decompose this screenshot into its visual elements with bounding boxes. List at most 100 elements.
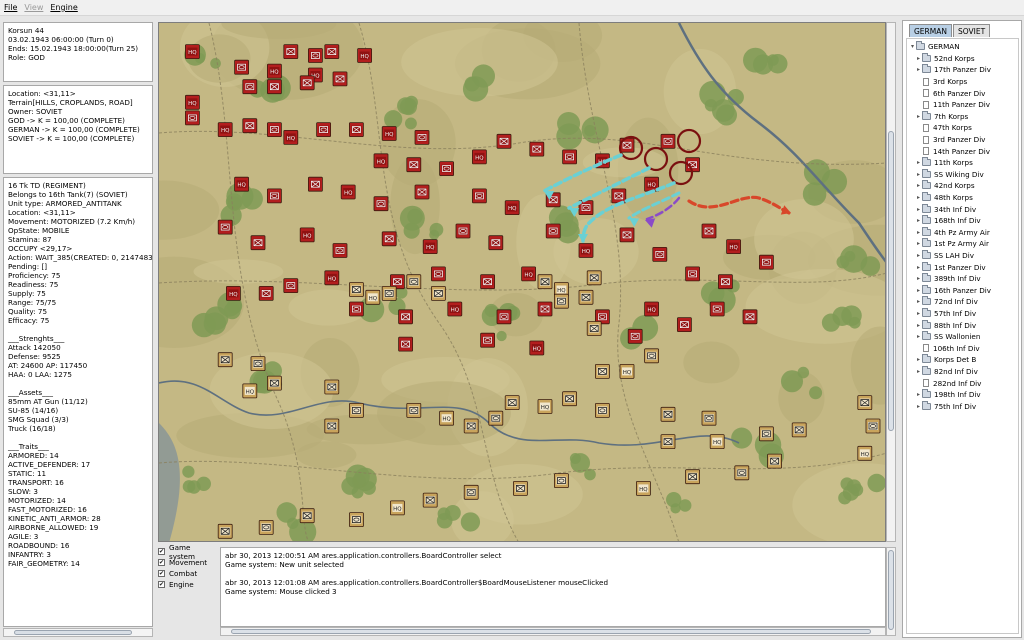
soviet-unit-counter[interactable]: HQ — [184, 44, 200, 60]
soviet-unit-counter[interactable] — [250, 235, 266, 251]
german-unit-counter[interactable] — [767, 453, 782, 469]
collapsed-arrow-icon[interactable]: ▸ — [915, 308, 922, 319]
collapsed-arrow-icon[interactable]: ▸ — [915, 157, 922, 168]
soviet-unit-counter[interactable] — [184, 110, 200, 126]
menu-view[interactable]: View — [24, 3, 43, 12]
checkbox[interactable]: ✔ — [158, 548, 165, 555]
german-unit-counter[interactable] — [562, 391, 578, 407]
soviet-unit-counter[interactable]: HQ — [357, 48, 373, 63]
map-scroll-thumb[interactable] — [888, 131, 894, 431]
german-unit-counter[interactable]: HQ — [242, 383, 258, 399]
tree-node[interactable]: ▸ 34th Inf Div — [915, 203, 976, 215]
soviet-unit-counter[interactable] — [332, 71, 348, 87]
tree-node[interactable]: ▸ 11th Korps — [915, 157, 973, 169]
soviet-unit-counter[interactable] — [316, 122, 332, 137]
german-unit-counter[interactable] — [488, 410, 504, 426]
german-unit-counter[interactable] — [660, 434, 676, 450]
tree-node[interactable]: ▸ 4th Pz Army Air — [915, 226, 990, 239]
soviet-unit-counter[interactable] — [267, 122, 282, 137]
soviet-unit-counter[interactable]: HQ — [504, 200, 520, 216]
tree-node[interactable]: ▸ 17th Panzer Div — [915, 64, 991, 76]
tree-node[interactable]: 106th Inf Div — [915, 343, 980, 355]
log-filter-game-system[interactable]: ✔ Game system — [158, 543, 218, 561]
soviet-unit-counter[interactable] — [267, 79, 282, 95]
german-unit-counter[interactable] — [685, 469, 700, 485]
soviet-unit-counter[interactable] — [406, 157, 422, 173]
german-unit-counter[interactable] — [258, 519, 274, 535]
soviet-unit-counter[interactable] — [611, 188, 627, 204]
soviet-unit-counter[interactable] — [627, 328, 643, 344]
german-unit-counter[interactable] — [553, 293, 569, 309]
soviet-unit-counter[interactable]: HQ — [324, 270, 340, 286]
menu-engine[interactable]: Engine — [50, 3, 77, 12]
soviet-unit-counter[interactable] — [234, 59, 249, 75]
german-unit-counter[interactable] — [348, 512, 364, 528]
german-unit-counter[interactable] — [422, 492, 438, 508]
soviet-unit-counter[interactable] — [529, 141, 545, 157]
german-unit-counter[interactable] — [594, 363, 610, 379]
soviet-unit-counter[interactable] — [718, 274, 733, 290]
german-unit-counter[interactable] — [381, 285, 397, 301]
soviet-unit-counter[interactable] — [348, 122, 364, 137]
german-unit-counter[interactable] — [406, 274, 422, 290]
soviet-unit-counter[interactable] — [677, 317, 692, 333]
german-unit-counter[interactable] — [586, 321, 602, 336]
collapsed-arrow-icon[interactable]: ▸ — [915, 389, 922, 400]
soviet-unit-counter[interactable]: HQ — [578, 243, 594, 258]
tree-node[interactable]: ▸ 389th Inf Div — [915, 273, 981, 285]
collapsed-arrow-icon[interactable]: ▸ — [915, 250, 922, 261]
checkbox[interactable]: ✔ — [158, 570, 165, 577]
german-unit-counter[interactable] — [791, 422, 807, 438]
soviet-unit-counter[interactable] — [332, 243, 348, 258]
tree-node[interactable]: ▸ 168th Inf Div — [915, 215, 981, 227]
soviet-unit-counter[interactable] — [307, 48, 323, 63]
soviet-unit-counter[interactable] — [283, 278, 299, 294]
soviet-unit-counter[interactable] — [242, 118, 258, 134]
tree-node[interactable]: ▸ SS Wallonien — [915, 331, 980, 343]
german-unit-counter[interactable] — [250, 356, 266, 372]
tree-node[interactable]: 11th Panzer Div — [915, 99, 990, 111]
german-unit-counter[interactable] — [324, 418, 340, 434]
soviet-unit-counter[interactable] — [742, 309, 758, 325]
soviet-unit-counter[interactable] — [652, 246, 668, 262]
tree-node[interactable]: ▸ 16th Panzer Div — [915, 284, 991, 297]
german-unit-counter[interactable]: HQ — [439, 410, 455, 426]
tree-node[interactable]: ▸ 72nd Inf Div — [915, 296, 978, 308]
german-unit-counter[interactable] — [217, 352, 233, 368]
soviet-unit-counter[interactable] — [373, 196, 389, 212]
soviet-unit-counter[interactable] — [545, 223, 561, 239]
german-unit-counter[interactable] — [463, 418, 479, 434]
german-unit-counter[interactable] — [644, 348, 660, 364]
soviet-unit-counter[interactable] — [398, 336, 414, 352]
soviet-unit-counter[interactable]: HQ — [521, 266, 537, 282]
collapsed-arrow-icon[interactable]: ▸ — [915, 354, 922, 365]
soviet-unit-counter[interactable]: HQ — [226, 285, 241, 301]
soviet-unit-counter[interactable] — [480, 332, 496, 348]
german-unit-counter[interactable] — [759, 426, 774, 442]
tree-node[interactable]: ▸ 7th Korps — [915, 110, 968, 123]
collapsed-arrow-icon[interactable]: ▸ — [915, 64, 922, 75]
soviet-unit-counter[interactable]: HQ — [299, 227, 315, 243]
german-unit-counter[interactable] — [865, 418, 881, 434]
soviet-unit-counter[interactable]: HQ — [340, 184, 356, 200]
expanded-arrow-icon[interactable]: ▾ — [909, 41, 916, 52]
collapsed-arrow-icon[interactable]: ▸ — [915, 111, 922, 122]
soviet-unit-counter[interactable]: HQ — [447, 301, 463, 317]
soviet-unit-counter[interactable]: HQ — [644, 301, 660, 317]
soviet-unit-counter[interactable] — [267, 188, 282, 204]
collapsed-arrow-icon[interactable]: ▸ — [915, 192, 922, 203]
soviet-unit-counter[interactable] — [398, 309, 414, 325]
collapsed-arrow-icon[interactable]: ▸ — [915, 285, 922, 296]
german-unit-counter[interactable] — [217, 523, 233, 539]
soviet-unit-counter[interactable] — [537, 301, 553, 317]
german-unit-counter[interactable] — [586, 270, 602, 286]
soviet-unit-counter[interactable]: HQ — [529, 340, 545, 356]
tree-node[interactable]: 282nd Inf Div — [915, 377, 981, 389]
collapsed-arrow-icon[interactable]: ▸ — [915, 180, 922, 191]
german-unit-counter[interactable]: HQ — [857, 445, 873, 461]
tree-node[interactable]: ▸ 198th Inf Div — [915, 389, 981, 401]
german-unit-counter[interactable] — [553, 473, 569, 489]
tree-node[interactable]: ▸ 57th Inf Div — [915, 308, 976, 320]
tree-node[interactable]: ▸ 42nd Korps — [915, 180, 975, 192]
soviet-unit-counter[interactable] — [471, 188, 487, 204]
